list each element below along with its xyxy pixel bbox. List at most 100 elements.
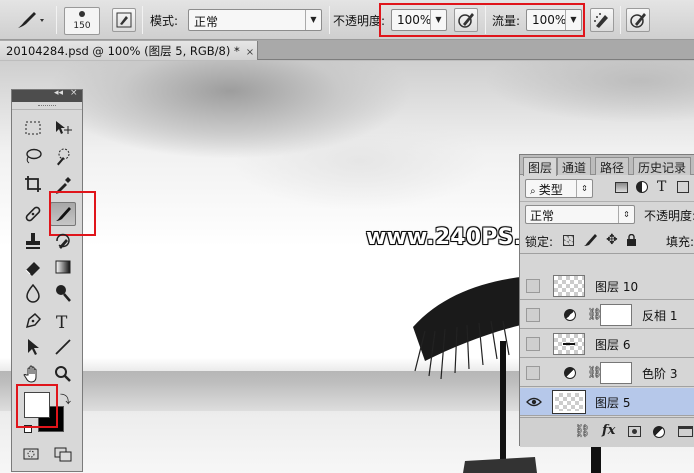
- layer-thumbnail: [552, 390, 586, 414]
- hand-tool-icon[interactable]: [20, 362, 46, 386]
- document-tab[interactable]: 20104284.psd @ 100% (图层 5, RGB/8) * ×: [0, 41, 258, 60]
- layer-name: 图层 10: [595, 280, 639, 294]
- tab-channels[interactable]: 通道: [557, 157, 592, 175]
- crop-tool-icon[interactable]: [20, 172, 46, 196]
- move-tool-icon[interactable]: [50, 116, 76, 140]
- dodge-tool-icon[interactable]: [50, 281, 76, 305]
- svg-text:T: T: [56, 313, 68, 331]
- quick-selection-tool-icon[interactable]: [50, 144, 76, 168]
- opacity-label: 不透明度:: [333, 14, 386, 28]
- layer-opacity-label: 不透明度:: [644, 209, 694, 223]
- pixel-filter-icon[interactable]: [615, 182, 628, 193]
- add-mask-icon[interactable]: [628, 426, 641, 437]
- type-tool-icon[interactable]: T: [50, 309, 76, 333]
- visibility-toggle[interactable]: [526, 337, 540, 351]
- eraser-tool-icon[interactable]: [20, 255, 46, 279]
- close-icon[interactable]: ×: [70, 88, 78, 98]
- lock-label: 锁定:: [525, 235, 554, 249]
- visibility-toggle[interactable]: [526, 366, 540, 380]
- layer-row[interactable]: ⛓ 反相 1: [520, 301, 694, 329]
- document-title: 20104284.psd @ 100% (图层 5, RGB/8) *: [6, 44, 240, 58]
- type-filter-icon[interactable]: T: [657, 179, 666, 195]
- layer-row[interactable]: ⛓ 色阶 3: [520, 359, 694, 387]
- blend-mode-value: 正常: [530, 209, 555, 223]
- mode-dropdown[interactable]: 正常 ▼: [188, 9, 322, 31]
- eye-icon[interactable]: [526, 395, 542, 409]
- fill-label: 填充:: [666, 235, 694, 249]
- mode-label: 模式:: [150, 14, 179, 28]
- tab-paths[interactable]: 路径: [595, 157, 630, 175]
- link-layers-icon[interactable]: ⛓: [574, 424, 591, 439]
- zoom-tool-icon[interactable]: [50, 362, 76, 386]
- grip-handle[interactable]: [12, 102, 82, 110]
- layer-thumbnail: [553, 333, 585, 355]
- lock-all-icon[interactable]: [626, 233, 637, 246]
- tab-layers[interactable]: 图层: [523, 157, 558, 176]
- blend-row: 正常 ⇕ 不透明度:: [520, 202, 694, 228]
- document-tab-bar: 20104284.psd @ 100% (图层 5, RGB/8) * ×: [0, 40, 694, 60]
- layer-mask-thumbnail[interactable]: [600, 362, 632, 384]
- filter-type-label: 类型: [538, 183, 563, 197]
- collapse-icon[interactable]: ◂◂: [54, 88, 63, 98]
- adjustment-layer-icon: [564, 309, 576, 321]
- layer-row-selected[interactable]: 图层 5: [520, 388, 694, 416]
- chevron-updown-icon: ⇕: [576, 180, 592, 197]
- swap-colors-icon[interactable]: ⤵: [60, 391, 71, 407]
- layer-filter-dropdown[interactable]: ⌕ 类型 ⇕: [525, 179, 593, 198]
- visibility-toggle[interactable]: [526, 279, 540, 293]
- new-group-icon[interactable]: [678, 426, 693, 437]
- healing-brush-tool-icon[interactable]: [20, 202, 46, 226]
- brush-panel-toggle-icon[interactable]: [112, 8, 136, 32]
- airbrush-icon[interactable]: [590, 8, 614, 32]
- visibility-toggle[interactable]: [526, 308, 540, 322]
- options-bar: 150 模式: 正常 ▼ 不透明度: 100% ▼ 流量: 100% ▼: [0, 0, 694, 40]
- fx-button[interactable]: fx: [602, 423, 615, 438]
- layer-mask-thumbnail[interactable]: [600, 304, 632, 326]
- adjustment-filter-icon[interactable]: [636, 181, 648, 193]
- thumbnail-content: [563, 343, 575, 345]
- chevron-updown-icon: ⇕: [618, 206, 634, 223]
- lock-pixels-icon[interactable]: [582, 232, 600, 248]
- blend-mode-dropdown[interactable]: 正常 ⇕: [525, 205, 635, 224]
- layer-filter-row: ⌕ 类型 ⇕ T: [520, 176, 694, 202]
- quick-mask-icon[interactable]: [18, 442, 44, 466]
- tools-panel: ◂◂ × T ⤵: [11, 88, 96, 472]
- brush-size-value: 150: [73, 21, 91, 31]
- history-brush-tool-icon[interactable]: [50, 229, 76, 253]
- layer-row[interactable]: 图层 6: [520, 330, 694, 358]
- shape-filter-icon[interactable]: [677, 181, 689, 193]
- pen-tool-icon[interactable]: [20, 309, 46, 333]
- brush-preset-icon[interactable]: [14, 10, 48, 32]
- highlight-box: [379, 3, 585, 37]
- marquee-tool-icon[interactable]: [20, 116, 46, 140]
- layers-footer: ⛓ fx: [520, 417, 694, 447]
- blur-tool-icon[interactable]: [20, 281, 46, 305]
- lock-position-icon[interactable]: ✥: [606, 232, 618, 248]
- adjustment-layer-icon[interactable]: [653, 426, 665, 438]
- tools-panel-header[interactable]: ◂◂ ×: [12, 88, 82, 102]
- mode-value: 正常: [194, 15, 219, 29]
- path-selection-tool-icon[interactable]: [20, 335, 46, 359]
- line-tool-icon[interactable]: [50, 335, 76, 359]
- lock-transparent-icon[interactable]: [563, 235, 574, 246]
- screen-mode-icon[interactable]: [50, 442, 76, 466]
- layer-name: 反相 1: [642, 309, 678, 323]
- layers-panel: 图层 通道 路径 历史记录 ⌕ 类型 ⇕ T 正常 ⇕ 不透明度: 锁定: ✥: [519, 154, 694, 447]
- layer-row[interactable]: 图层 10: [520, 272, 694, 300]
- search-icon: ⌕: [530, 186, 539, 197]
- highlight-box: [16, 384, 58, 428]
- gradient-tool-icon[interactable]: [50, 255, 76, 279]
- size-pressure-icon[interactable]: [626, 8, 650, 32]
- lasso-tool-icon[interactable]: [20, 144, 46, 168]
- layer-thumbnail: [553, 275, 585, 297]
- lock-row: 锁定: ✥ 填充:: [520, 228, 694, 254]
- brush-size-picker[interactable]: 150: [64, 7, 100, 35]
- tab-history[interactable]: 历史记录: [633, 157, 692, 175]
- layer-name: 色阶 3: [642, 367, 678, 381]
- layer-name: 图层 6: [595, 338, 631, 352]
- close-icon[interactable]: ×: [246, 47, 254, 58]
- clone-stamp-tool-icon[interactable]: [20, 229, 46, 253]
- brush-tip-icon: [79, 11, 85, 17]
- layers-panel-tabs: 图层 通道 路径 历史记录: [520, 155, 694, 176]
- layer-name: 图层 5: [595, 396, 631, 410]
